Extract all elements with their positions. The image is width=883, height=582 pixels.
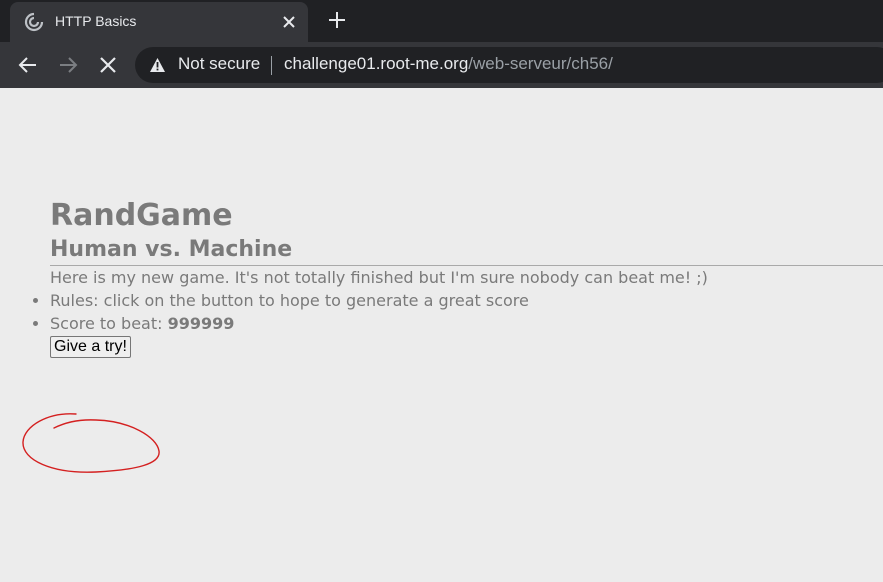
arrow-right-icon[interactable] [57, 54, 79, 76]
url-path: /web-serveur/ch56/ [468, 54, 613, 73]
browser-tab[interactable]: HTTP Basics [10, 2, 308, 42]
page-subtitle: Human vs. Machine [50, 237, 293, 262]
security-label[interactable]: Not secure [178, 54, 260, 74]
omnibox-divider [271, 56, 272, 75]
page-content: RandGame Human vs. Machine Here is my ne… [33, 196, 883, 358]
tab-strip: HTTP Basics [0, 0, 883, 42]
score-label: Score to beat: [50, 314, 168, 333]
give-a-try-button[interactable]: Give a try! [50, 336, 131, 358]
url-text[interactable]: challenge01.root-me.org/web-serveur/ch56… [284, 54, 613, 74]
horizontal-rule [50, 265, 883, 266]
info-list: Rules: click on the button to hope to ge… [33, 289, 883, 335]
page-title: RandGame [50, 198, 233, 233]
warning-triangle-icon[interactable] [149, 57, 166, 73]
page-viewport: RandGame Human vs. Machine Here is my ne… [0, 88, 883, 582]
browser-toolbar: Not secure challenge01.root-me.org/web-s… [0, 42, 883, 88]
stop-icon[interactable] [97, 54, 119, 76]
url-host: challenge01.root-me.org [284, 54, 469, 73]
loading-spinner-icon [24, 12, 44, 32]
close-icon[interactable] [280, 13, 298, 31]
score-value: 999999 [167, 314, 235, 333]
red-annotation-circle [22, 413, 160, 473]
intro-text: Here is my new game. It's not totally fi… [50, 268, 708, 287]
address-bar[interactable]: Not secure challenge01.root-me.org/web-s… [135, 47, 883, 83]
tab-title: HTTP Basics [55, 13, 137, 29]
score-item: Score to beat: 999999 [33, 312, 883, 335]
arrow-left-icon[interactable] [17, 54, 39, 76]
plus-icon[interactable] [326, 9, 348, 31]
rules-item: Rules: click on the button to hope to ge… [33, 289, 883, 312]
